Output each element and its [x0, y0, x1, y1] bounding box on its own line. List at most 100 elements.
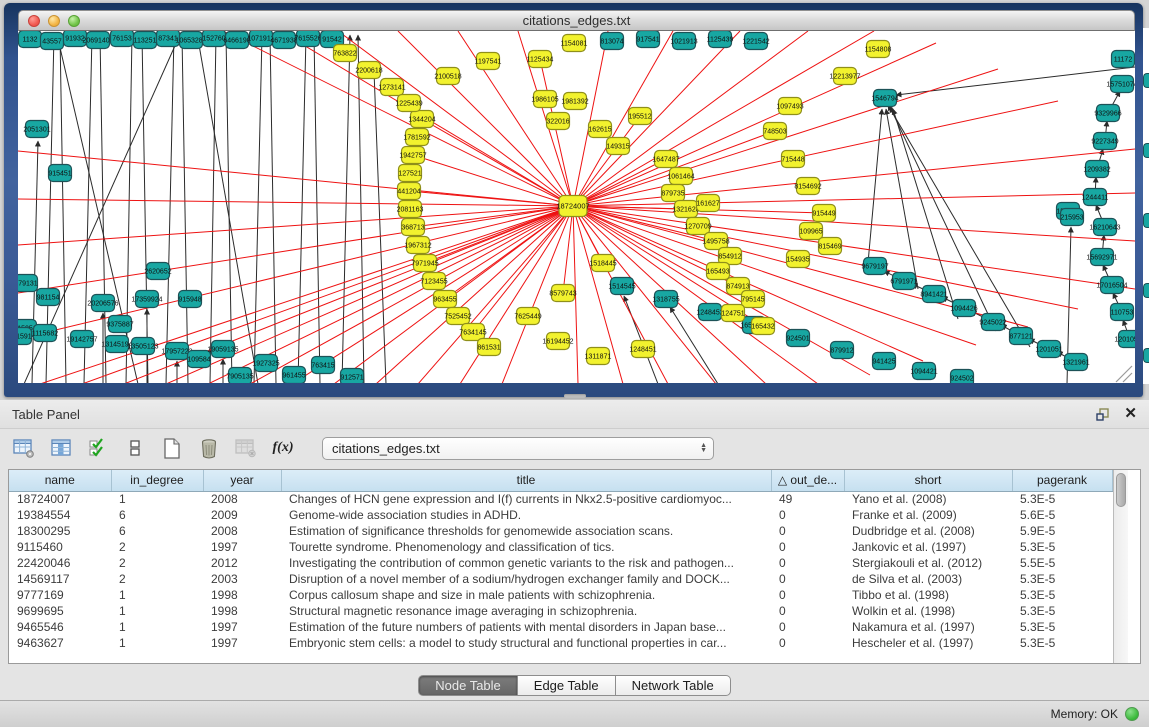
cell-out_degree[interactable]: 49	[771, 491, 844, 507]
graph-node[interactable]: 76153	[111, 31, 134, 47]
minimize-window-button[interactable]	[48, 15, 60, 27]
cell-name[interactable]: 9463627	[9, 635, 111, 651]
graph-node[interactable]: 1927325	[252, 355, 279, 372]
cell-in_degree[interactable]: 6	[111, 507, 203, 523]
graph-node[interactable]: 7971945	[411, 255, 438, 272]
table-vertical-scrollbar[interactable]	[1113, 470, 1128, 663]
graph-node[interactable]: 1221542	[742, 33, 769, 50]
graph-node[interactable]: 915451	[48, 165, 71, 182]
create-table-icon[interactable]	[160, 436, 184, 460]
graph-node[interactable]: 368713	[401, 219, 424, 236]
graph-node[interactable]: 915948	[178, 291, 201, 308]
cell-pagerank[interactable]: 5.3E-5	[1012, 539, 1112, 555]
graph-node[interactable]: 879131	[18, 275, 38, 292]
graph-node[interactable]: 165493	[706, 263, 729, 280]
cell-in_degree[interactable]: 1	[111, 603, 203, 619]
graph-node[interactable]: 1225439	[395, 95, 422, 112]
graph-node[interactable]: 2200618	[355, 62, 382, 79]
graph-node[interactable]: 1270709	[684, 218, 711, 235]
graph-node[interactable]: 9329966	[1094, 105, 1121, 122]
graph-node[interactable]: 9227349	[1091, 133, 1118, 150]
cell-out_degree[interactable]: 0	[771, 603, 844, 619]
graph-node[interactable]: 162615	[588, 121, 611, 138]
cell-title[interactable]: Tourette syndrome. Phenomenology and cla…	[281, 539, 771, 555]
graph-node[interactable]: 877121	[1009, 328, 1032, 345]
scrollbar-thumb[interactable]	[1116, 473, 1126, 507]
tab-network-table[interactable]: Network Table	[616, 675, 731, 696]
graph-node[interactable]: 7905135	[226, 368, 253, 384]
cell-in_degree[interactable]: 2	[111, 555, 203, 571]
graph-node[interactable]: 7525452	[444, 308, 471, 325]
graph-node[interactable]: 15751074	[1106, 76, 1135, 93]
graph-node[interactable]: 165432	[751, 318, 774, 335]
graph-node[interactable]: 127521	[398, 165, 421, 182]
graph-node[interactable]: 1981392	[561, 93, 588, 110]
graph-node[interactable]: 715448	[781, 151, 804, 168]
cell-pagerank[interactable]: 5.3E-5	[1012, 587, 1112, 603]
graph-node[interactable]: 1115682	[32, 325, 58, 342]
graph-node[interactable]: 1321961	[1062, 354, 1089, 371]
cell-out_degree[interactable]: 0	[771, 587, 844, 603]
cell-year[interactable]: 1998	[203, 587, 281, 603]
graph-node[interactable]: 1344204	[408, 111, 435, 128]
graph-node[interactable]: 149315	[606, 138, 629, 155]
graph-node[interactable]: 1986105	[531, 91, 558, 108]
cell-short[interactable]: Dudbridge et al. (2008)	[844, 523, 1012, 539]
graph-node[interactable]: 15692971	[1086, 249, 1117, 266]
graph-node[interactable]: 441204	[397, 183, 420, 200]
graph-node[interactable]: 322016	[546, 113, 569, 130]
graph-node[interactable]: 941425	[872, 353, 895, 370]
cell-title[interactable]: Investigating the contribution of common…	[281, 555, 771, 571]
graph-node[interactable]: 1514545	[608, 278, 635, 295]
function-builder-icon[interactable]: f(x)	[271, 436, 295, 460]
graph-node[interactable]: 813074	[600, 33, 623, 50]
cell-pagerank[interactable]: 5.3E-5	[1012, 635, 1112, 651]
cell-in_degree[interactable]: 1	[111, 587, 203, 603]
cell-title[interactable]: Disruption of a novel member of a sodium…	[281, 571, 771, 587]
graph-node[interactable]: 1244411	[1082, 189, 1109, 206]
graph-node[interactable]: 1201051	[1035, 341, 1062, 358]
graph-node[interactable]: 9245022	[979, 314, 1006, 331]
cell-name[interactable]: 9115460	[9, 539, 111, 555]
cell-year[interactable]: 2003	[203, 571, 281, 587]
graph-node[interactable]: 11172	[1112, 51, 1135, 68]
graph-node[interactable]: 12010504	[1114, 331, 1135, 348]
graph-node[interactable]: 1318755	[652, 291, 679, 308]
graph-node[interactable]: 1311871	[585, 348, 612, 365]
graph-node[interactable]: 963455	[433, 291, 456, 308]
close-window-button[interactable]	[28, 15, 40, 27]
graph-node[interactable]: 17016504	[1096, 277, 1127, 294]
graph-node[interactable]: 1125434	[527, 51, 554, 68]
graph-node[interactable]: 215953	[1060, 209, 1083, 226]
network-window[interactable]: citations_edges.txt 11324355791932206914…	[4, 3, 1143, 397]
cell-year[interactable]: 2008	[203, 491, 281, 507]
network-canvas[interactable]: 1132435579193220691406761531132518734110…	[18, 31, 1135, 383]
cell-out_degree[interactable]: 0	[771, 523, 844, 539]
cell-short[interactable]: Stergiakouli et al. (2012)	[844, 555, 1012, 571]
network-graph[interactable]: 1132435579193220691406761531132518734110…	[18, 31, 1135, 383]
close-panel-icon[interactable]: ✕	[1124, 407, 1137, 421]
cell-out_degree[interactable]: 0	[771, 619, 844, 635]
graph-node[interactable]: 879912	[830, 342, 853, 359]
graph-node[interactable]: 1094426	[950, 300, 977, 317]
table-select-dropdown[interactable]: citations_edges.txt▲▼	[322, 437, 714, 460]
graph-node[interactable]: 1021913	[670, 33, 697, 50]
cell-out_degree[interactable]: 0	[771, 555, 844, 571]
graph-node[interactable]: 981154	[37, 289, 60, 306]
split-divider-handle[interactable]	[564, 394, 586, 398]
cell-in_degree[interactable]: 2	[111, 539, 203, 555]
graph-node[interactable]: 19142757	[66, 331, 97, 348]
cell-year[interactable]: 1997	[203, 635, 281, 651]
select-columns-icon[interactable]	[49, 436, 73, 460]
table-row[interactable]: 946554611997Estimation of the future num…	[9, 619, 1112, 635]
cell-in_degree[interactable]: 1	[111, 635, 203, 651]
graph-node[interactable]: 915449	[812, 205, 835, 222]
graph-node[interactable]: 1546794	[871, 90, 898, 107]
graph-node[interactable]: 2051301	[23, 121, 50, 138]
graph-node[interactable]: 795145	[741, 291, 764, 308]
cell-name[interactable]: 18300295	[9, 523, 111, 539]
graph-node[interactable]: 16194452	[542, 333, 573, 350]
column-header-out_degree[interactable]: △ out_de...	[771, 470, 844, 491]
cell-in_degree[interactable]: 2	[111, 571, 203, 587]
cell-name[interactable]: 9777169	[9, 587, 111, 603]
